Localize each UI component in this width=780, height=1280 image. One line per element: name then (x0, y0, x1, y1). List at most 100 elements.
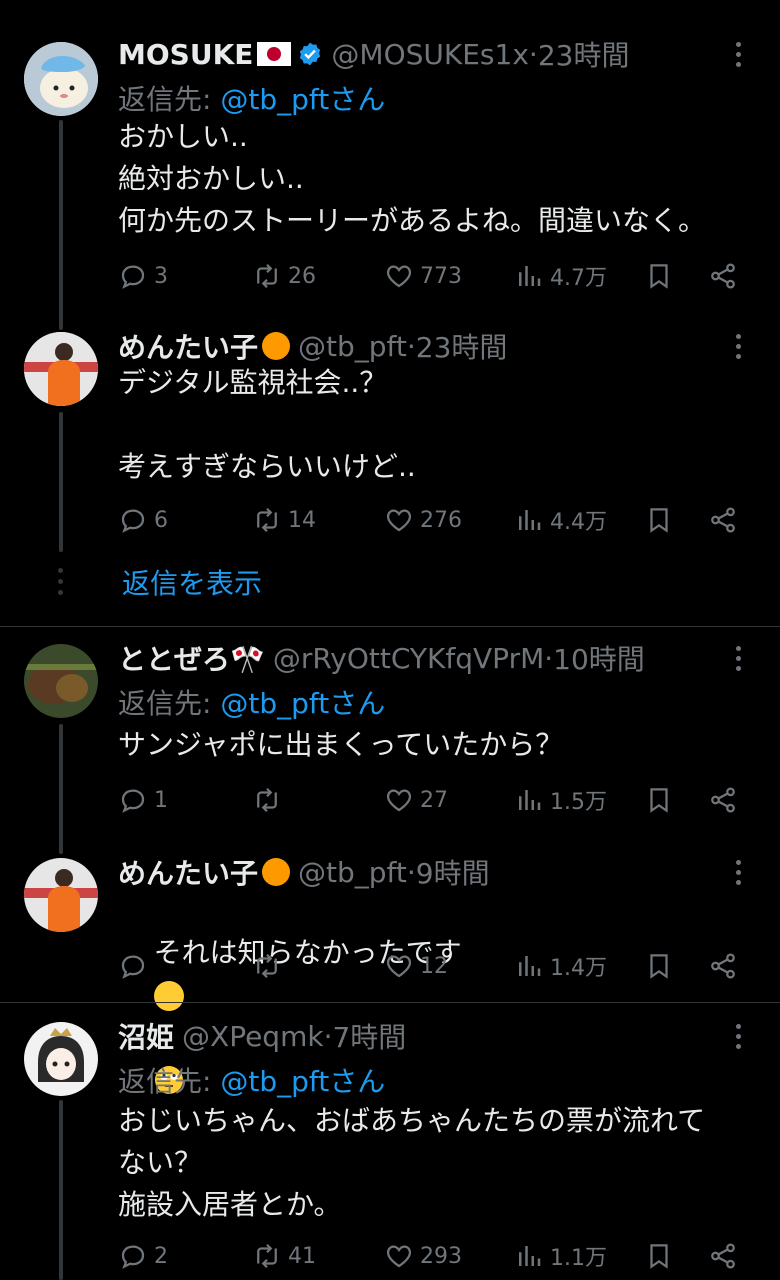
display-name[interactable]: 沼姫 (118, 1016, 174, 1056)
like-button[interactable]: 276 (384, 505, 462, 535)
handle[interactable]: @tb_pft (298, 330, 407, 363)
more-options-button[interactable] (720, 854, 756, 890)
view-count: 1.1万 (550, 1246, 607, 1271)
bookmark-button[interactable] (644, 261, 674, 291)
separator: · (544, 641, 554, 675)
repost-button[interactable] (252, 785, 288, 815)
reply-to-handle[interactable]: @tb_pftさん (220, 83, 385, 116)
action-bar: 12 1.4万 (118, 946, 748, 986)
avatar[interactable] (24, 644, 98, 718)
share-icon (708, 261, 738, 291)
handle[interactable]: @rRyOttCYKfqVPrM (273, 642, 544, 675)
view-count: 1.5万 (550, 790, 607, 815)
reply-button[interactable]: 1 (118, 785, 168, 815)
avatar[interactable] (24, 1022, 98, 1096)
repost-icon (252, 785, 282, 815)
bookmark-icon (644, 785, 674, 815)
heart-icon (384, 785, 414, 815)
thread-line (59, 724, 63, 854)
action-bar: 1 27 1.5万 (118, 780, 748, 820)
view-count: 1.4万 (550, 956, 607, 981)
reply-count: 3 (154, 263, 168, 289)
action-bar: 6 14 276 4.4万 (118, 500, 748, 540)
display-name[interactable]: MOSUKE (118, 38, 253, 71)
like-button[interactable]: 773 (384, 261, 462, 291)
share-button[interactable] (708, 785, 738, 815)
divider (0, 1002, 780, 1003)
reply-to-handle[interactable]: @tb_pftさん (220, 1065, 385, 1098)
bookmark-icon (644, 261, 674, 291)
bookmark-icon (644, 505, 674, 535)
timestamp[interactable]: 7時間 (332, 1016, 406, 1056)
handle[interactable]: @tb_pft (298, 856, 407, 889)
handle[interactable]: @XPeqmk (182, 1020, 324, 1053)
bookmark-icon (644, 1241, 674, 1271)
timestamp[interactable]: 9時間 (416, 852, 490, 892)
reply-icon (118, 1241, 148, 1271)
like-button[interactable]: 27 (384, 785, 448, 815)
post-text: おかしい.. 絶対おかしい.. 何か先のストーリーがあるよね。間違いなく。 (118, 120, 707, 237)
views-button[interactable]: 4.4万 (514, 504, 607, 536)
repost-button[interactable]: 26 (252, 261, 316, 291)
views-button[interactable]: 1.1万 (514, 1240, 607, 1272)
timestamp[interactable]: 23時間 (416, 326, 508, 366)
like-button[interactable]: 293 (384, 1241, 462, 1271)
display-name[interactable]: めんたい子 (118, 852, 258, 892)
share-button[interactable] (708, 505, 738, 535)
share-button[interactable] (708, 1241, 738, 1271)
display-name[interactable]: ととぜろ🎌 (118, 638, 265, 678)
separator: · (406, 329, 416, 363)
bookmark-button[interactable] (644, 505, 674, 535)
thread-line (59, 412, 63, 552)
like-button[interactable]: 12 (384, 951, 448, 981)
share-button[interactable] (708, 261, 738, 291)
thread-gap-dots (58, 568, 64, 595)
reply-button[interactable]: 3 (118, 261, 168, 291)
reply-icon (118, 785, 148, 815)
orange-circle-icon (262, 332, 291, 360)
reply-button[interactable]: 2 (118, 1241, 168, 1271)
timestamp[interactable]: 10時間 (553, 638, 645, 678)
reply-button[interactable]: 6 (118, 505, 168, 535)
avatar[interactable] (24, 332, 98, 406)
repost-button[interactable]: 14 (252, 505, 316, 535)
views-button[interactable]: 4.7万 (514, 260, 607, 292)
share-button[interactable] (708, 951, 738, 981)
reply-button[interactable] (118, 951, 154, 981)
heart-icon (384, 951, 414, 981)
bookmark-button[interactable] (644, 785, 674, 815)
bookmark-button[interactable] (644, 1241, 674, 1271)
post-header: ととぜろ🎌 @rRyOttCYKfqVPrM · 10時間 (118, 636, 645, 680)
more-options-button[interactable] (720, 1018, 756, 1054)
like-count: 293 (420, 1243, 462, 1269)
thread-line (59, 1100, 63, 1280)
separator: · (528, 37, 538, 71)
reply-count: 1 (154, 787, 168, 813)
reply-to-handle[interactable]: @tb_pftさん (220, 687, 385, 720)
reply-icon (118, 951, 148, 981)
display-name[interactable]: めんたい子 (118, 326, 258, 366)
separator: · (406, 855, 416, 889)
views-button[interactable]: 1.5万 (514, 784, 607, 816)
reply-count: 6 (154, 507, 168, 533)
timestamp[interactable]: 23時間 (538, 34, 630, 74)
more-options-button[interactable] (720, 36, 756, 72)
handle[interactable]: @MOSUKEs1x (331, 38, 529, 71)
views-button[interactable]: 1.4万 (514, 950, 607, 982)
view-count: 4.7万 (550, 266, 607, 291)
repost-button[interactable] (252, 951, 288, 981)
avatar[interactable] (24, 42, 98, 116)
bookmark-button[interactable] (644, 951, 674, 981)
reply-icon (118, 261, 148, 291)
share-icon (708, 505, 738, 535)
post-text: サンジャポに出まくっていたから？ (118, 728, 564, 761)
repost-icon (252, 1241, 282, 1271)
show-replies-link[interactable]: 返信を表示 (122, 562, 262, 602)
more-options-button[interactable] (720, 328, 756, 364)
repost-button[interactable]: 41 (252, 1241, 316, 1271)
reply-to-line: 返信先: @tb_pftさん (118, 78, 385, 118)
more-options-button[interactable] (720, 640, 756, 676)
japan-flag-icon (257, 42, 292, 66)
avatar[interactable] (24, 858, 98, 932)
post-header: MOSUKE @MOSUKEs1x · 23時間 (118, 32, 629, 76)
